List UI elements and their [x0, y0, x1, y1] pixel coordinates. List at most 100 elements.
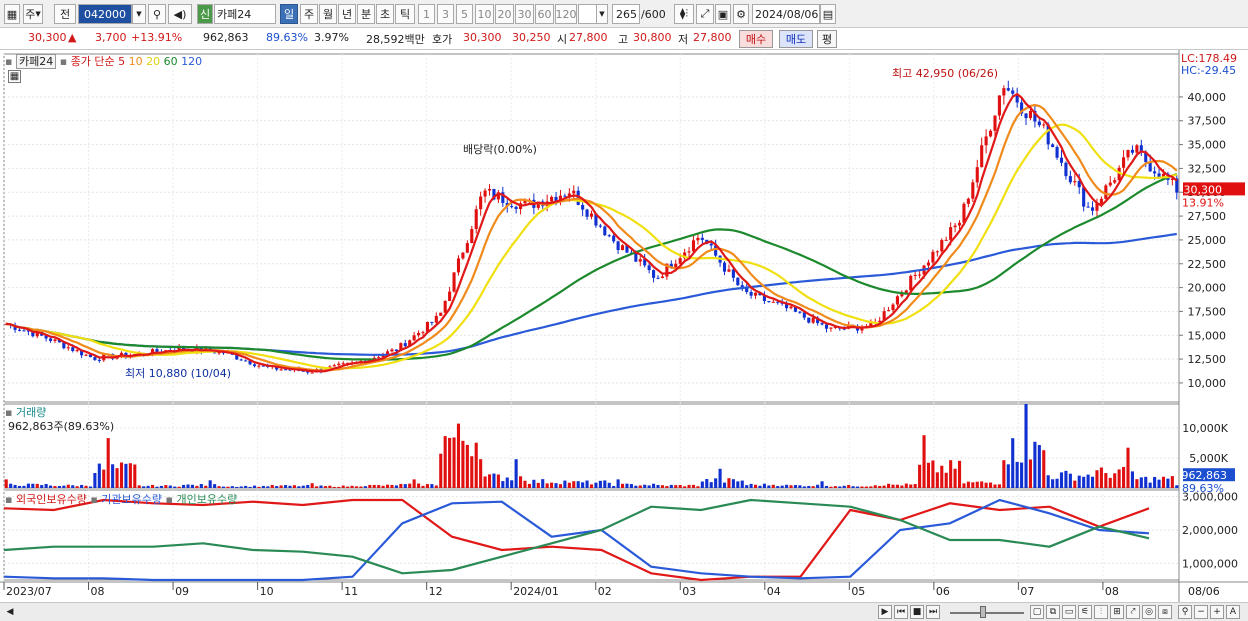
price-tick-label: 17,500	[1188, 305, 1227, 318]
chart-type-icon-6[interactable]: ⊞	[1110, 605, 1124, 619]
zoom-handle[interactable]	[980, 606, 986, 618]
new-badge[interactable]: 신	[197, 4, 213, 24]
zoom-search-icon[interactable]: ⚲	[1178, 605, 1192, 619]
volume-bar	[346, 486, 350, 488]
volume-bar	[612, 486, 616, 488]
candle-body	[417, 332, 421, 336]
volume-bar	[80, 484, 84, 488]
legend-stock-name[interactable]: 카페24	[15, 54, 57, 69]
rewind-icon[interactable]: ⏮	[894, 605, 908, 619]
timeframe-tick[interactable]: 틱	[395, 4, 415, 24]
custom-interval-dropdown-icon[interactable]: ▼	[596, 4, 608, 24]
legend-ma60[interactable]: 60	[164, 55, 178, 68]
chart-type-icon-1[interactable]: ▢	[1030, 605, 1044, 619]
chart-type-icon-8[interactable]: ◎	[1142, 605, 1156, 619]
sell-button[interactable]: 매도	[779, 30, 813, 48]
volume-bar	[368, 484, 372, 488]
zoom-slider[interactable]	[950, 606, 1024, 618]
timeframe-week[interactable]: 주	[300, 4, 318, 24]
volume-bar	[53, 486, 57, 488]
save-icon[interactable]: ▣	[715, 4, 731, 24]
forward-icon[interactable]: ⏭	[926, 605, 940, 619]
grid-toggle-icon[interactable]: ▦	[8, 70, 21, 83]
volume-bar	[399, 483, 403, 488]
interval-120[interactable]: 120	[555, 4, 577, 24]
speaker-icon[interactable]: ◀)	[168, 4, 192, 24]
interval-30[interactable]: 30	[515, 4, 534, 24]
legend-individual[interactable]: 개인보유수량	[176, 493, 237, 506]
candle-settings-icon[interactable]: ⧫⫶	[674, 4, 694, 24]
interval-1[interactable]: 1	[418, 4, 435, 24]
stock-code-input[interactable]: 042000	[78, 4, 132, 24]
count-field[interactable]: 265	[612, 4, 640, 24]
volume-bar	[417, 483, 421, 488]
period-select[interactable]: 주 ▼	[23, 4, 43, 24]
chart-type-icon-7[interactable]: ⤤	[1126, 605, 1140, 619]
volume-bar	[527, 483, 531, 488]
zoom-in-icon[interactable]: +	[1210, 605, 1224, 619]
timeframe-year[interactable]: 년	[338, 4, 356, 24]
zoom-out-icon[interactable]: −	[1194, 605, 1208, 619]
chart-type-icon-5[interactable]: ⫶	[1094, 605, 1108, 619]
candle-body	[616, 241, 620, 251]
volume-bar	[638, 485, 642, 488]
chart-type-icon-4[interactable]: ⚟	[1078, 605, 1092, 619]
legend-ma120[interactable]: 120	[181, 55, 202, 68]
interval-5[interactable]: 5	[456, 4, 473, 24]
timeframe-month[interactable]: 월	[319, 4, 337, 24]
legend-ma5[interactable]: 5	[118, 55, 125, 68]
candle-body	[1113, 180, 1117, 183]
chart-type-icon-9[interactable]: ⧈	[1158, 605, 1172, 619]
volume-bar	[452, 437, 456, 488]
legend-institution[interactable]: 기관보유수량	[101, 493, 162, 506]
volume-bar	[554, 483, 558, 488]
candle-body	[452, 272, 456, 292]
date-field[interactable]: 2024/08/06	[752, 4, 820, 24]
volume-bar	[425, 484, 429, 488]
scroll-right-icon[interactable]: ▶	[878, 605, 892, 619]
interval-3[interactable]: 3	[437, 4, 454, 24]
volume-bar	[301, 485, 305, 488]
scroll-left-icon[interactable]: ◀	[3, 605, 17, 619]
stock-name-field[interactable]: 카페24	[214, 4, 276, 24]
interval-10[interactable]: 10	[475, 4, 494, 24]
legend-foreign[interactable]: 외국인보유수량	[16, 493, 87, 506]
chart-type-icon-3[interactable]: ▭	[1062, 605, 1076, 619]
volume-bar	[239, 486, 243, 488]
legend-ma20[interactable]: 20	[146, 55, 160, 68]
timeframe-second[interactable]: 초	[376, 4, 394, 24]
volume-bar	[709, 482, 713, 488]
volume-bar	[84, 485, 88, 488]
calendar-icon[interactable]: ▤	[820, 4, 836, 24]
prev-button[interactable]: 전	[54, 4, 76, 24]
candle-body	[1082, 187, 1086, 207]
chart-canvas[interactable]: 10,000 12,500 15,000 17,500 20,000 22,500 25,0…	[0, 50, 1248, 602]
candle-body	[895, 296, 899, 305]
chart-area[interactable]: 10,000 12,500 15,000 17,500 20,000 22,500 25,0…	[0, 50, 1248, 602]
code-dropdown-icon[interactable]: ▼	[132, 4, 146, 24]
gear-icon[interactable]: ⚙	[733, 4, 749, 24]
search-icon[interactable]: ⚲	[148, 4, 166, 24]
layout-icon[interactable]: ▦	[4, 4, 20, 24]
volume-bar	[177, 486, 181, 488]
interval-60[interactable]: 60	[535, 4, 554, 24]
volume-bar	[1166, 478, 1170, 488]
volume-bar	[913, 484, 917, 488]
eval-button[interactable]: 평	[817, 30, 837, 48]
timeframe-minute[interactable]: 분	[357, 4, 375, 24]
chart-scroll-bar[interactable]: ◀ ▶ ⏮ ■ ⏭ ▢ ⧉ ▭ ⚟ ⫶ ⊞ ⤤ ◎ ⧈ ⚲ − + A	[0, 602, 1248, 621]
font-size-icon[interactable]: A	[1226, 605, 1240, 619]
interval-20[interactable]: 20	[495, 4, 514, 24]
volume-bar	[341, 485, 345, 488]
volume-bar	[1086, 474, 1090, 488]
candle-body	[483, 190, 487, 197]
chart-type-icon-2[interactable]: ⧉	[1046, 605, 1060, 619]
volume-tick-label: 10,000K	[1182, 422, 1228, 435]
volume-bar	[842, 485, 846, 488]
volume-bar	[128, 463, 132, 488]
buy-button[interactable]: 매수	[739, 30, 773, 48]
cross-icon[interactable]: ⤢	[696, 4, 714, 24]
stop-icon[interactable]: ■	[910, 605, 924, 619]
timeframe-day[interactable]: 일	[280, 4, 298, 24]
legend-ma10[interactable]: 10	[129, 55, 143, 68]
